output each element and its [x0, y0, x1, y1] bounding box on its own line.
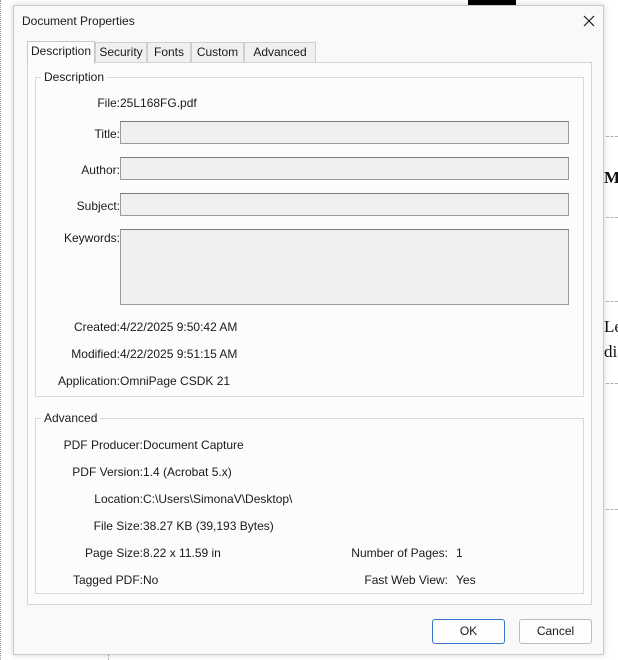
dialog-titlebar[interactable]: Document Properties: [14, 6, 603, 36]
created-label: Created:: [73, 320, 120, 334]
page-size-label: Page Size:: [84, 546, 143, 560]
document-page-edge: [0, 0, 2, 660]
location-label: Location:: [94, 492, 143, 506]
document-divider: [606, 383, 618, 384]
subject-input[interactable]: [120, 193, 569, 216]
cancel-button[interactable]: Cancel: [519, 619, 592, 644]
tab-fonts[interactable]: Fonts: [147, 42, 191, 62]
fast-web-view-label: Fast Web View:: [364, 573, 448, 587]
close-button[interactable]: [580, 12, 598, 30]
ok-button[interactable]: OK: [432, 619, 505, 644]
document-text: dia: [604, 342, 618, 361]
pdf-producer-value: Document Capture: [143, 438, 244, 452]
keywords-label: Keywords:: [63, 231, 120, 245]
document-divider: [606, 301, 618, 302]
file-label: File:: [97, 96, 120, 110]
title-input[interactable]: [120, 121, 569, 144]
tagged-pdf-value: No: [143, 573, 159, 587]
tagged-pdf-label: Tagged PDF:: [72, 573, 143, 587]
dialog-title: Document Properties: [22, 14, 135, 28]
application-label: Application:: [57, 374, 120, 388]
description-group-legend: Description: [44, 70, 105, 84]
number-of-pages-value: 1: [456, 546, 463, 560]
author-label: Author:: [81, 163, 120, 177]
modified-label: Modified:: [71, 347, 120, 361]
document-divider: [606, 217, 618, 218]
document-text: M: [604, 168, 618, 187]
tab-advanced[interactable]: Advanced: [244, 42, 316, 62]
pdf-version-label: PDF Version:: [72, 465, 143, 479]
pdf-producer-label: PDF Producer:: [63, 438, 143, 452]
file-value: 25L168FG.pdf: [120, 96, 197, 110]
advanced-group-legend: Advanced: [44, 411, 98, 425]
document-divider: [606, 509, 618, 510]
document-divider: [606, 136, 618, 137]
tab-security[interactable]: Security: [95, 42, 147, 62]
modified-value: 4/22/2025 9:51:15 AM: [120, 347, 238, 361]
title-label: Title:: [94, 127, 120, 141]
document-text: Le: [604, 317, 618, 336]
keywords-textarea[interactable]: [120, 229, 569, 305]
application-value: OmniPage CSDK 21: [120, 374, 231, 388]
file-size-value: 38.27 KB (39,193 Bytes): [143, 519, 274, 533]
subject-label: Subject:: [76, 199, 120, 213]
number-of-pages-label: Number of Pages:: [351, 546, 448, 560]
file-size-label: File Size:: [93, 519, 143, 533]
tab-custom[interactable]: Custom: [191, 42, 244, 62]
author-input[interactable]: [120, 157, 569, 180]
tab-description[interactable]: Description: [27, 41, 95, 64]
page-size-value: 8.22 x 11.59 in: [143, 546, 221, 560]
document-properties-dialog: Document Properties Description Security…: [13, 5, 604, 655]
pdf-version-value: 1.4 (Acrobat 5.x): [143, 465, 232, 479]
tab-panel-description: Description File: 25L168FG.pdf Title: Au…: [27, 62, 592, 605]
location-value: C:\Users\SimonaV\Desktop\: [143, 492, 293, 506]
fast-web-view-value: Yes: [456, 573, 476, 587]
created-value: 4/22/2025 9:50:42 AM: [120, 320, 238, 334]
close-icon: [583, 15, 595, 27]
